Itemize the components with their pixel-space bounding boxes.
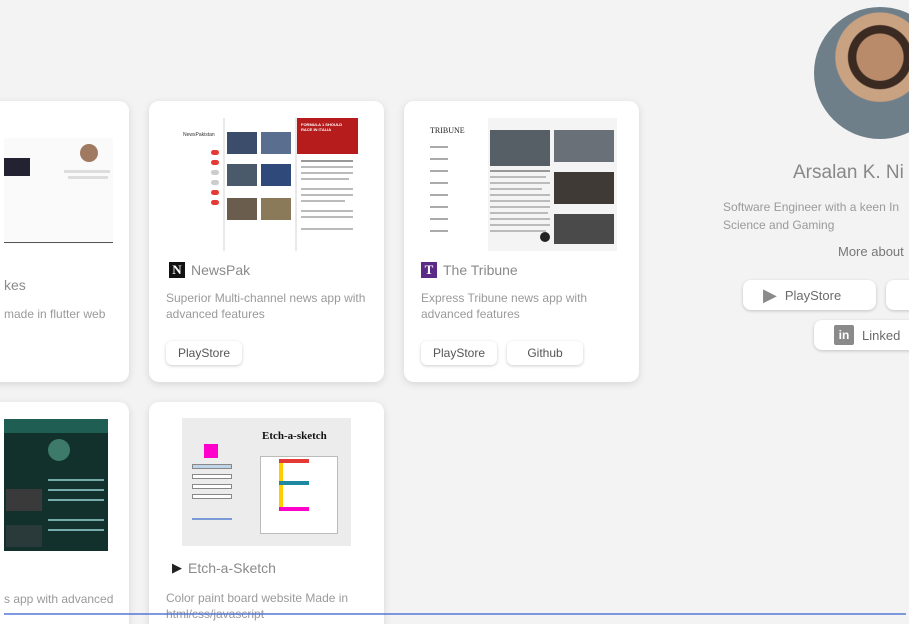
tribune-masthead: TRIBUNE bbox=[430, 126, 465, 135]
play-icon: ▶ bbox=[172, 560, 182, 575]
github-button[interactable]: Github bbox=[507, 341, 583, 365]
portfolio-viewport: kes made in flutter web NewsPakistan FOR… bbox=[0, 0, 909, 624]
profile-playstore-button[interactable]: ▶ PlayStore bbox=[743, 280, 876, 310]
project-description: Superior Multi-channel news app with adv… bbox=[166, 291, 366, 321]
color-swatch bbox=[204, 444, 218, 458]
profile-name: Arsalan K. Ni bbox=[793, 162, 904, 183]
newspak-logo-icon: N bbox=[169, 262, 185, 278]
project-screenshot bbox=[4, 419, 108, 551]
more-about-link[interactable]: More about bbox=[838, 244, 904, 259]
project-card-tribune[interactable]: TRIBUNE T The Tribune Express Tribune ne… bbox=[404, 101, 639, 382]
project-card-etch[interactable]: Etch-a-sketch ▶ Etch-a-Sketch Color pain… bbox=[149, 402, 384, 624]
project-title-text: NewsPak bbox=[191, 262, 251, 278]
project-title-text: kes bbox=[4, 277, 26, 293]
tribune-logo-icon: T bbox=[421, 262, 437, 278]
sketch-canvas bbox=[260, 456, 338, 534]
project-card-flutter-web[interactable]: kes made in flutter web bbox=[0, 101, 129, 382]
project-screenshot bbox=[4, 138, 113, 244]
project-description: made in flutter web bbox=[4, 307, 106, 321]
profile-avatar bbox=[814, 7, 909, 139]
project-title: kes bbox=[4, 277, 26, 293]
profile-second-button[interactable] bbox=[886, 280, 909, 310]
project-screenshot: Etch-a-sketch bbox=[182, 418, 351, 546]
project-description: Color paint board website Made in html/c… bbox=[166, 591, 349, 621]
project-card-news-dark[interactable]: s app with advanced bbox=[0, 402, 129, 624]
drawer-panel: TRIBUNE bbox=[424, 118, 488, 251]
playstore-button[interactable]: PlayStore bbox=[421, 341, 497, 365]
screenshot-thumb bbox=[4, 158, 30, 176]
article-headline: FORMULA 1 SHOULD RACE IN ITALIA bbox=[301, 122, 343, 132]
drawer-panel: NewsPakistan bbox=[175, 118, 223, 251]
profile-bio: Software Engineer with a keen In Science… bbox=[723, 200, 900, 232]
etch-heading: Etch-a-sketch bbox=[262, 430, 327, 442]
drawer-app-name: NewsPakistan bbox=[183, 132, 215, 138]
project-title-text: Etch-a-Sketch bbox=[188, 560, 276, 576]
linkedin-button[interactable]: in Linked bbox=[814, 320, 909, 350]
project-screenshot: TRIBUNE bbox=[424, 118, 617, 251]
project-description: s app with advanced bbox=[4, 592, 114, 606]
linkedin-icon: in bbox=[834, 325, 854, 345]
project-screenshot: NewsPakistan FORMULA 1 SHOULD RACE IN IT… bbox=[175, 118, 358, 251]
playstore-button[interactable]: PlayStore bbox=[166, 341, 242, 365]
project-title: ▶ Etch-a-Sketch bbox=[172, 560, 276, 576]
project-title: T The Tribune bbox=[421, 262, 518, 278]
project-description: Express Tribune news app with advanced f… bbox=[421, 291, 588, 321]
project-title: N NewsPak bbox=[169, 262, 250, 278]
horizontal-scrollbar[interactable] bbox=[4, 613, 906, 615]
project-card-newspak[interactable]: NewsPakistan FORMULA 1 SHOULD RACE IN IT… bbox=[149, 101, 384, 382]
playstore-icon: ▶ bbox=[763, 284, 777, 305]
avatar-thumb bbox=[80, 144, 98, 162]
project-title-text: The Tribune bbox=[443, 262, 518, 278]
